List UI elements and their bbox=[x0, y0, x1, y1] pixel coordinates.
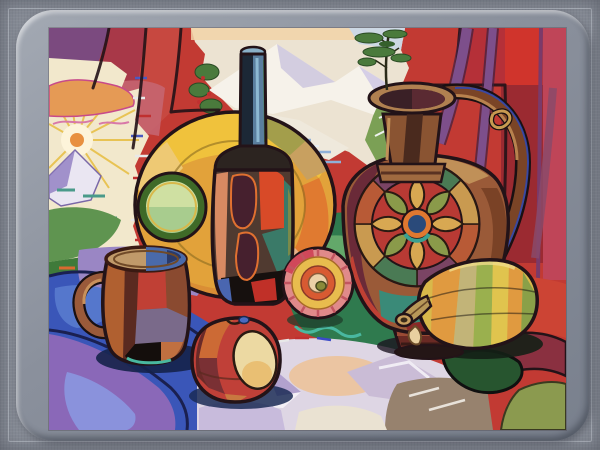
photo-background bbox=[0, 0, 600, 450]
mug-panels bbox=[105, 259, 189, 364]
painting-canvas bbox=[49, 28, 566, 430]
still-life-painting bbox=[49, 28, 566, 430]
striped-apple bbox=[192, 317, 282, 403]
ring-fruit bbox=[283, 248, 353, 318]
